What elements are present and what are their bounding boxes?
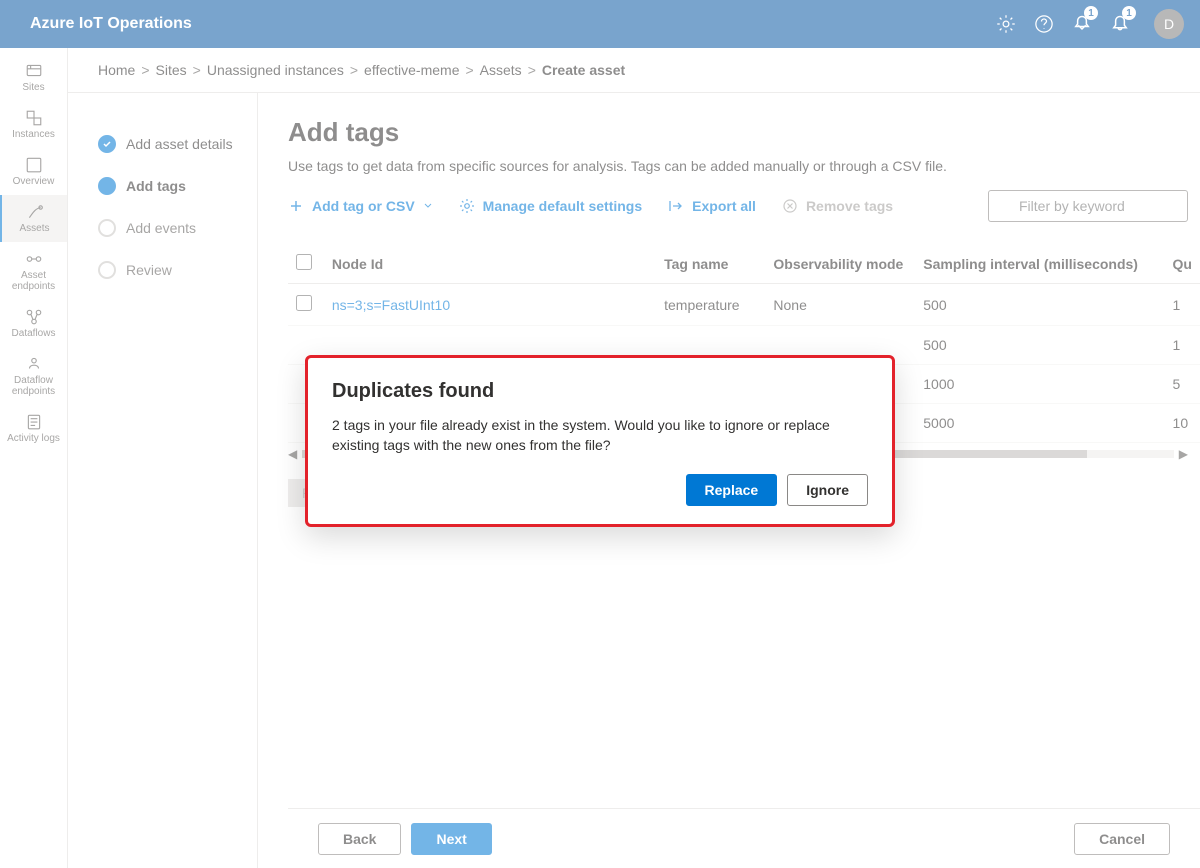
modal-overlay: Duplicates found 2 tags in your file alr… [0, 0, 1200, 868]
dialog-title: Duplicates found [332, 380, 868, 403]
duplicates-dialog: Duplicates found 2 tags in your file alr… [305, 355, 895, 527]
replace-button[interactable]: Replace [686, 474, 778, 506]
ignore-button[interactable]: Ignore [787, 474, 868, 506]
dialog-body: 2 tags in your file already exist in the… [332, 415, 868, 456]
